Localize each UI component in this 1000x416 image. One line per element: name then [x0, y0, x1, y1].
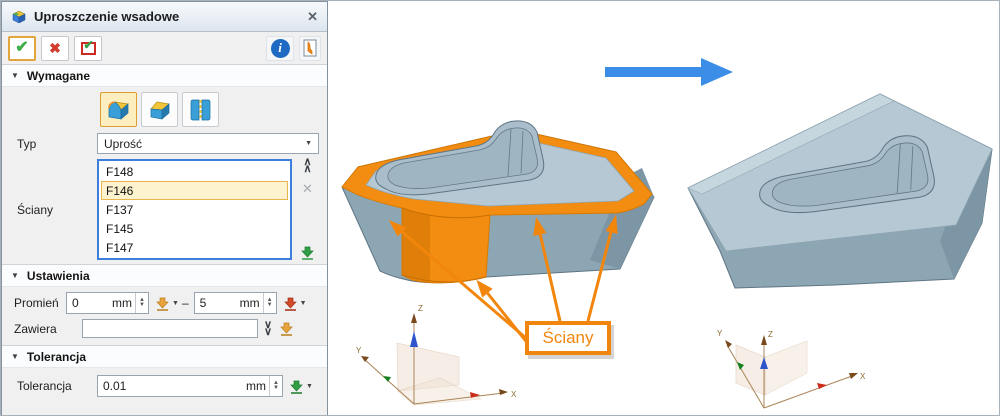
radius-max-input[interactable]: 5 mm ▲▼	[194, 292, 277, 314]
radius-min-value: 0	[72, 296, 79, 310]
dialog-titlebar[interactable]: Uproszczenie wsadowe ✕	[2, 2, 327, 32]
section-settings[interactable]: ▼ Ustawienia	[2, 264, 327, 287]
checked-box-icon: ✔	[81, 42, 96, 55]
app-window: Uproszczenie wsadowe ✕ ✔ ✖ ✔ i	[0, 0, 1000, 416]
triad-right: Z Y X	[717, 329, 866, 408]
contains-input[interactable]	[82, 319, 258, 338]
split-face-mode-icon	[187, 97, 215, 123]
radius-min-input[interactable]: 0 mm ▲▼	[66, 292, 149, 314]
faces-callout: Ściany	[525, 321, 611, 355]
chevron-down-icon: ▼	[305, 140, 312, 147]
contains-row: Zawiera ∨∨	[2, 319, 327, 338]
model-after[interactable]	[688, 94, 992, 288]
apply-and-continue-button[interactable]: ✔	[74, 36, 102, 61]
dialog-toolbar: ✔ ✖ ✔ i	[2, 32, 327, 64]
axis-z-label: Z	[768, 330, 773, 339]
dialog-title: Uproszczenie wsadowe	[34, 9, 300, 24]
face-list-item[interactable]: F145	[101, 219, 288, 238]
transform-arrow	[605, 58, 733, 86]
axis-x-label: X	[511, 390, 517, 399]
pick-value-icon-green	[289, 379, 304, 394]
section-tolerance[interactable]: ▼ Tolerancja	[2, 345, 327, 368]
axis-x-label: X	[860, 372, 866, 381]
info-icon: i	[271, 39, 290, 58]
type-dropdown[interactable]: Uprość ▼	[97, 133, 319, 154]
chamfer-mode-icon	[146, 97, 174, 123]
contains-label: Zawiera	[14, 322, 82, 336]
type-row: Typ Uprość ▼	[2, 133, 327, 154]
remove-face-icon[interactable]: ✕	[302, 181, 313, 197]
face-list-item-selected[interactable]: F146	[101, 181, 288, 200]
tolerance-pick[interactable]: ▼	[289, 379, 313, 394]
mode-chamfer-button[interactable]	[141, 92, 178, 127]
faces-list-tools: ∧∧ ✕	[296, 159, 319, 260]
pick-contains-icon[interactable]	[279, 321, 294, 336]
radius-min-stepper[interactable]: ▲▼	[135, 293, 148, 313]
tolerance-input[interactable]: 0.01 mm ▲▼	[97, 375, 283, 397]
face-list-item[interactable]: F137	[101, 200, 288, 219]
radius-label: Promień	[14, 296, 66, 310]
tolerance-stepper[interactable]: ▲▼	[269, 376, 282, 396]
fillet-mode-icon	[105, 97, 133, 123]
guide-page-icon	[303, 39, 317, 57]
move-up-icon[interactable]: ∧∧	[303, 159, 311, 173]
range-dash: –	[182, 296, 189, 310]
radius-max-stepper[interactable]: ▲▼	[263, 293, 276, 313]
radius-max-unit: mm	[240, 296, 263, 310]
chevron-down-icon: ▼	[172, 300, 179, 307]
tolerance-value: 0.01	[103, 379, 126, 393]
simplify-mode-buttons	[2, 87, 327, 131]
section-tolerance-label: Tolerancja	[27, 350, 86, 364]
section-settings-label: Ustawienia	[27, 269, 90, 283]
axis-y-label: Y	[356, 346, 362, 355]
expand-more-icon[interactable]: ∨∨	[264, 322, 272, 336]
mode-fillet-button[interactable]	[100, 92, 137, 127]
type-label: Typ	[17, 137, 97, 151]
collapse-icon: ▼	[11, 271, 19, 280]
axis-y-label: Y	[717, 329, 723, 338]
viewport-drawing: Z Y X Z Y X	[328, 1, 1000, 416]
chevron-down-icon: ▼	[306, 383, 313, 390]
collapse-icon: ▼	[11, 71, 19, 80]
pick-value-icon-yellow	[155, 296, 170, 311]
radius-min-unit: mm	[112, 296, 135, 310]
viewport[interactable]: Z Y X Z Y X Ści	[328, 1, 1000, 416]
axis-z-label: Z	[418, 304, 423, 313]
check-icon: ✔	[15, 40, 28, 56]
close-icon[interactable]: ✕	[307, 9, 318, 25]
face-list-item[interactable]: F148	[101, 162, 288, 181]
guide-button[interactable]	[299, 36, 321, 61]
faces-row: Ściany F148 F146 F137 F145 F147 ∧∧ ✕	[2, 159, 327, 260]
faces-list[interactable]: F148 F146 F137 F145 F147	[97, 159, 292, 260]
ok-button[interactable]: ✔	[8, 36, 36, 61]
triad-left: Z Y X	[356, 304, 517, 405]
cancel-button[interactable]: ✖	[41, 36, 69, 61]
pick-from-list-icon[interactable]	[300, 245, 315, 260]
info-button[interactable]: i	[266, 36, 294, 61]
mode-split-button[interactable]	[182, 92, 219, 127]
section-required[interactable]: ▼ Wymagane	[2, 64, 327, 87]
tolerance-label: Tolerancja	[17, 379, 97, 393]
cross-icon: ✖	[49, 41, 61, 55]
faces-label: Ściany	[17, 203, 97, 217]
pick-value-icon-red	[283, 296, 298, 311]
batch-simplify-dialog: Uproszczenie wsadowe ✕ ✔ ✖ ✔ i	[1, 1, 328, 416]
face-list-item[interactable]: F147	[101, 238, 288, 257]
dialog-app-icon	[11, 9, 27, 25]
tolerance-unit: mm	[246, 379, 269, 393]
tolerance-row: Tolerancja 0.01 mm ▲▼ ▼	[2, 375, 327, 397]
radius-row: Promień 0 mm ▲▼ ▼ – 5 mm ▲▼	[2, 292, 327, 314]
section-required-label: Wymagane	[27, 69, 90, 83]
radius-max-pick[interactable]: ▼	[283, 296, 307, 311]
radius-min-pick[interactable]: ▼	[155, 296, 179, 311]
radius-max-value: 5	[200, 296, 207, 310]
collapse-icon: ▼	[11, 352, 19, 361]
model-before[interactable]	[342, 121, 654, 283]
chevron-down-icon: ▼	[300, 300, 307, 307]
faces-callout-label: Ściany	[542, 328, 593, 348]
type-value: Uprość	[104, 137, 305, 151]
